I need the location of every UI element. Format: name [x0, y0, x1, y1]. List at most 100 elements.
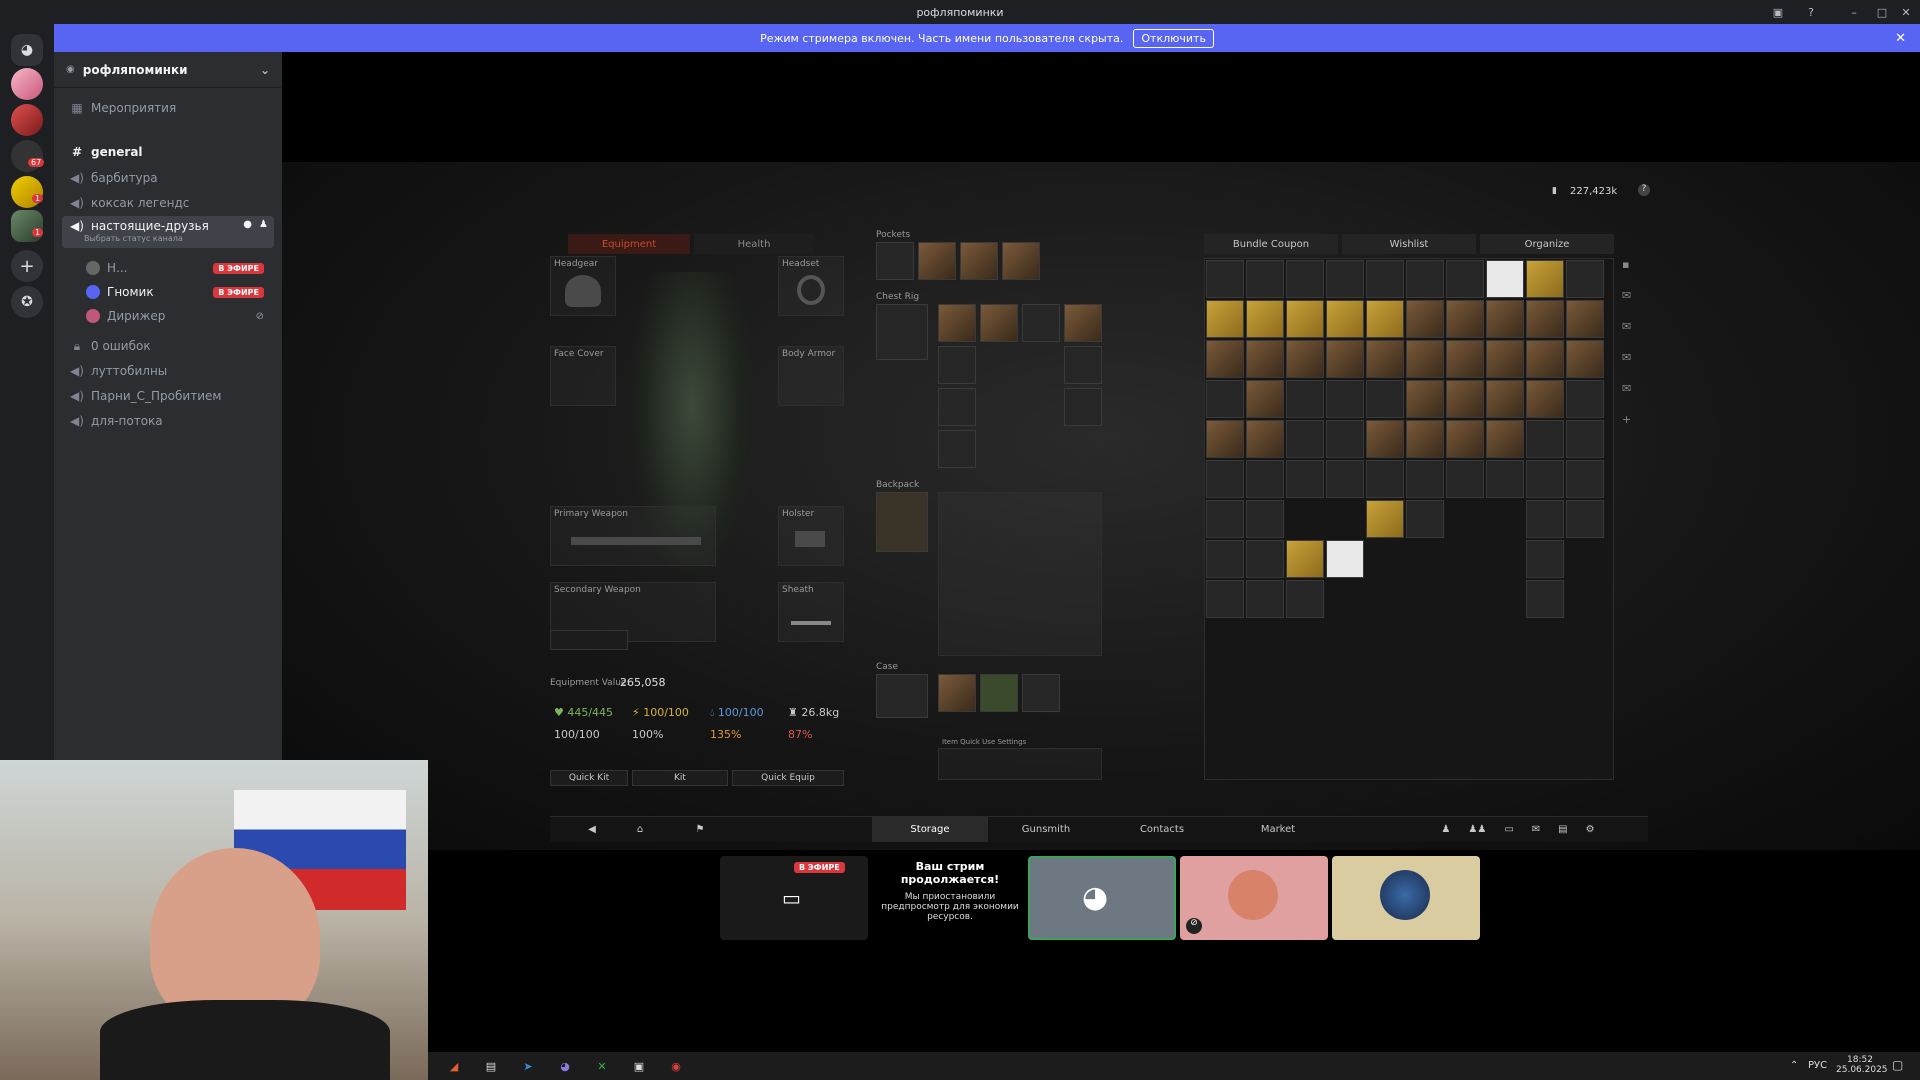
tray-chevron-icon[interactable]: ⌃: [1790, 1060, 1798, 1071]
case-grid-item[interactable]: [1022, 674, 1060, 712]
disable-streamer-mode-button[interactable]: Отключить: [1133, 28, 1214, 48]
stream-tile-user[interactable]: [1332, 856, 1480, 940]
rig-item[interactable]: [938, 388, 976, 426]
pocket-item[interactable]: [960, 242, 998, 280]
stash-item[interactable]: [1326, 460, 1364, 498]
stash-item[interactable]: [1406, 340, 1444, 378]
notes-icon[interactable]: ▤: [1558, 824, 1567, 835]
slot-body-armor[interactable]: Body Armor: [778, 346, 844, 406]
file-explorer-icon[interactable]: ▤: [481, 1056, 501, 1076]
stash-item[interactable]: [1406, 380, 1444, 418]
case-grid-item[interactable]: [938, 674, 976, 712]
stash-item[interactable]: [1446, 260, 1484, 298]
stash-item[interactable]: [1486, 260, 1524, 298]
server-icon[interactable]: [11, 104, 43, 136]
stash-item[interactable]: [1406, 260, 1444, 298]
events-item[interactable]: ▦ Мероприятия: [62, 96, 274, 120]
stash-item[interactable]: [1246, 540, 1284, 578]
stash-item[interactable]: [1206, 340, 1244, 378]
stash-item[interactable]: [1446, 380, 1484, 418]
quick-kit-button[interactable]: Quick Kit: [550, 770, 628, 786]
voice-user[interactable]: Дирижер ⊘: [78, 304, 274, 328]
clock[interactable]: 18:52 25.06.2025: [1836, 1055, 1888, 1075]
server-icon[interactable]: [11, 68, 43, 100]
stash-item[interactable]: [1406, 420, 1444, 458]
voice-channel[interactable]: ◀) барбитура: [62, 166, 274, 190]
slot-primary-weapon[interactable]: Primary Weapon: [550, 506, 716, 566]
stash-item[interactable]: [1486, 460, 1524, 498]
flag-icon[interactable]: ⚑: [688, 816, 712, 842]
stash-item[interactable]: [1526, 540, 1564, 578]
notifications-icon[interactable]: ▢: [1892, 1058, 1903, 1072]
stash-item[interactable]: [1206, 580, 1244, 618]
pocket-item[interactable]: [918, 242, 956, 280]
tab-market[interactable]: Market: [1220, 816, 1336, 842]
stash-item[interactable]: [1566, 380, 1604, 418]
stash-item[interactable]: [1566, 300, 1604, 338]
stash-item[interactable]: [1286, 340, 1324, 378]
voice-channel-locked[interactable]: 🔒︎ 0 ошибок: [62, 334, 274, 358]
close-window-button[interactable]: ✕: [1892, 0, 1920, 24]
close-banner-icon[interactable]: ✕: [1895, 31, 1906, 46]
quick-equip-button[interactable]: Quick Equip: [732, 770, 844, 786]
stash-item[interactable]: [1446, 340, 1484, 378]
voice-channel[interactable]: ◀) для-потока: [62, 409, 274, 433]
stash-item[interactable]: [1366, 300, 1404, 338]
slot-sheath[interactable]: Sheath: [778, 582, 844, 642]
stash-item[interactable]: [1206, 420, 1244, 458]
tab-gunsmith[interactable]: Gunsmith: [988, 816, 1104, 842]
pocket-item[interactable]: [1002, 242, 1040, 280]
stash-item[interactable]: [1326, 260, 1364, 298]
pocket-item[interactable]: [876, 242, 914, 280]
stash-item[interactable]: [1286, 300, 1324, 338]
server-icon[interactable]: [11, 176, 43, 208]
settings-icon[interactable]: ⚙: [1586, 824, 1595, 835]
mail-icon[interactable]: ✉: [1622, 351, 1640, 364]
stash-item[interactable]: [1206, 460, 1244, 498]
group-icon[interactable]: ♟♟: [1468, 824, 1486, 835]
help-icon[interactable]: ?: [1797, 0, 1825, 24]
stash-item[interactable]: [1366, 260, 1404, 298]
help-icon[interactable]: ?: [1638, 184, 1650, 196]
mail-icon[interactable]: ✉: [1622, 320, 1640, 333]
add-icon[interactable]: +: [1622, 413, 1640, 426]
slot-headset[interactable]: Headset: [778, 256, 844, 316]
stash-item[interactable]: [1406, 300, 1444, 338]
stash-item[interactable]: [1526, 340, 1564, 378]
rig-item[interactable]: [980, 304, 1018, 342]
backpack-grid[interactable]: [938, 492, 1102, 656]
stash-item[interactable]: [1246, 380, 1284, 418]
chat-icon[interactable]: ▭: [1504, 824, 1513, 835]
quick-use-slots[interactable]: [938, 748, 1102, 780]
voice-channel-active[interactable]: ◀) настоящие-друзья Выбрать статус канал…: [62, 216, 274, 248]
chest-rig-item[interactable]: [876, 304, 928, 360]
server-icon[interactable]: [11, 140, 43, 172]
mail-icon[interactable]: ✉: [1622, 289, 1640, 302]
server-icon[interactable]: [11, 210, 43, 242]
stash-item[interactable]: [1566, 340, 1604, 378]
stream-tile-discord[interactable]: ◕: [1028, 856, 1176, 940]
stash-item[interactable]: [1486, 420, 1524, 458]
voice-channel[interactable]: ◀) коксак легендс: [62, 191, 274, 215]
discord-icon[interactable]: ◕: [555, 1056, 575, 1076]
tab-health[interactable]: Health: [694, 234, 814, 254]
stash-item[interactable]: [1566, 260, 1604, 298]
stream-tile-self[interactable]: В ЭФИРЕ ▭: [720, 856, 868, 940]
stash-item[interactable]: [1526, 460, 1564, 498]
stash-item[interactable]: [1206, 260, 1244, 298]
stash-item[interactable]: [1246, 500, 1284, 538]
stash-item[interactable]: [1246, 420, 1284, 458]
language-indicator[interactable]: РУС: [1808, 1060, 1827, 1071]
stash-item[interactable]: [1246, 300, 1284, 338]
slot-face-cover[interactable]: Face Cover: [550, 346, 616, 406]
stash-item[interactable]: [1326, 340, 1364, 378]
stash-item[interactable]: [1286, 580, 1324, 618]
stash-item[interactable]: [1286, 260, 1324, 298]
case-grid-item[interactable]: [980, 674, 1018, 712]
channel-status[interactable]: Выбрать статус канала: [84, 234, 183, 243]
back-icon[interactable]: ◀: [580, 816, 604, 842]
stash-item[interactable]: [1246, 260, 1284, 298]
mail-icon[interactable]: ✉: [1622, 382, 1640, 395]
rig-item[interactable]: [1064, 346, 1102, 384]
game-icon[interactable]: ▣: [629, 1056, 649, 1076]
